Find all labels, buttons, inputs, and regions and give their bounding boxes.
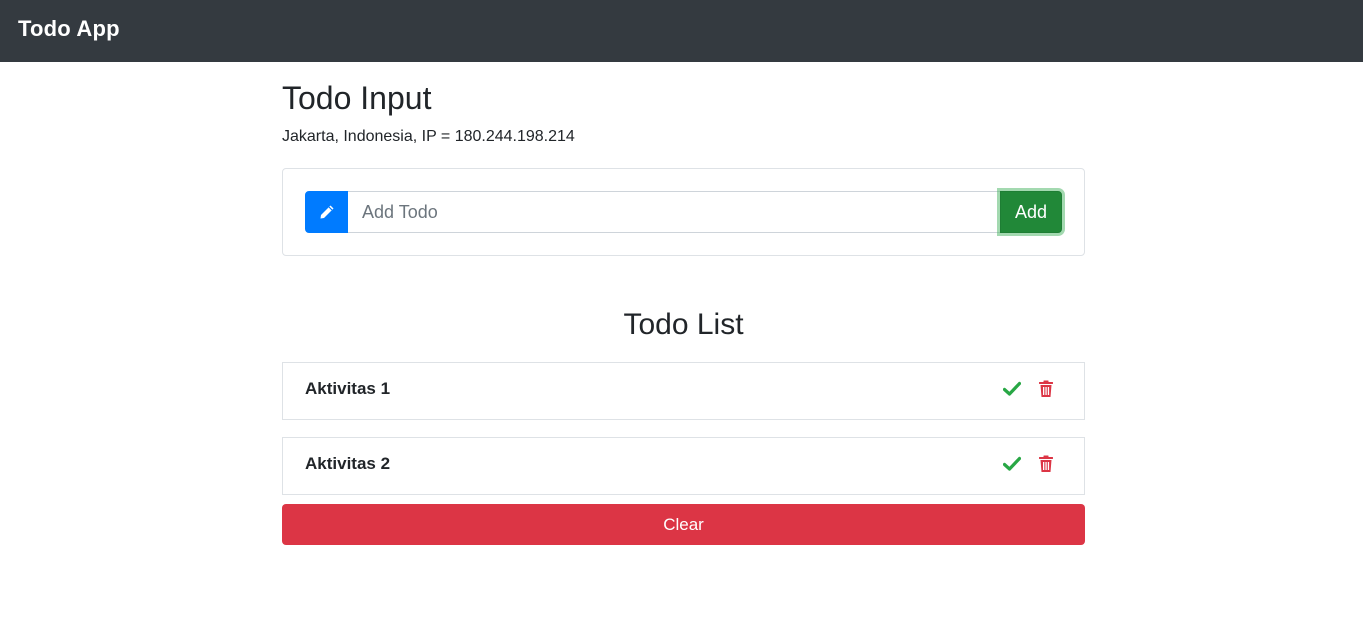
location-text: Jakarta, Indonesia, IP = 180.244.198.214 <box>282 128 575 145</box>
todo-item-label: Aktivitas 1 <box>305 379 391 398</box>
todo-list-item: Aktivitas 2 <box>282 437 1085 495</box>
todo-item-label: Aktivitas 2 <box>305 454 391 473</box>
check-icon[interactable] <box>1003 455 1021 473</box>
trash-icon[interactable] <box>1038 455 1054 473</box>
clear-button[interactable]: Clear <box>282 504 1085 545</box>
check-icon[interactable] <box>1003 380 1021 398</box>
app-brand[interactable]: Todo App <box>18 16 120 42</box>
add-todo-input[interactable] <box>348 191 1000 233</box>
add-button[interactable]: Add <box>1000 191 1062 233</box>
trash-icon[interactable] <box>1038 380 1054 398</box>
todo-list-title: Todo List <box>623 308 744 341</box>
todo-input-group: Add <box>305 191 1062 233</box>
todo-input-title: Todo Input <box>282 80 432 116</box>
navbar: Todo App <box>0 0 1363 62</box>
todo-list-item: Aktivitas 1 <box>282 362 1085 420</box>
todo-input-card: Add <box>282 168 1085 256</box>
pencil-icon <box>305 191 348 233</box>
